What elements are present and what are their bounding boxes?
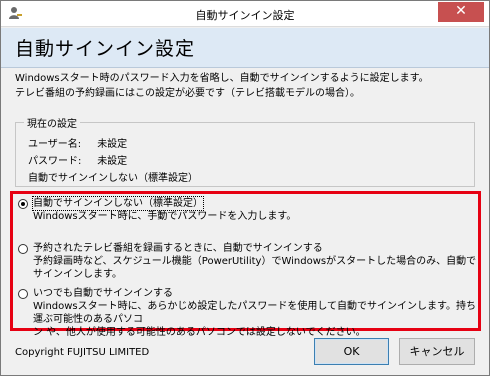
option-description: 予約録画時など、スケジュール機能（PowerUtility）でWindowsがス… [33, 256, 477, 280]
signin-mode: 自動でサインインしない（標準設定） [28, 173, 198, 184]
option-no-auto-signin[interactable]: 自動でサインインしない（標準設定） Windowsスタート時に、手動でパスワード… [18, 196, 297, 223]
page-title: 自動サインイン設定 [15, 38, 196, 60]
password-label: パスワード: [28, 156, 82, 167]
ok-button[interactable]: OK [314, 338, 389, 365]
description-line: Windowsスタート時のパスワード入力を省略し、自動でサインインするように設定… [15, 73, 429, 84]
signin-options-group: 自動でサインインしない（標準設定） Windowsスタート時に、手動でパスワード… [10, 191, 481, 338]
close-button[interactable]: ✕ [438, 2, 484, 22]
username-value: 未設定 [97, 139, 128, 150]
title-bar[interactable]: 自動サインイン設定 ✕ [1, 1, 489, 27]
password-row: パスワード: 未設定 [28, 152, 127, 167]
current-settings-legend: 現在の設定 [24, 115, 80, 130]
cancel-button[interactable]: キャンセル [399, 338, 475, 365]
header-banner: 自動サインイン設定 [1, 28, 489, 68]
username-label: ユーザー名: [28, 139, 82, 150]
window-title: 自動サインイン設定 [195, 9, 295, 22]
description-line: テレビ番組の予約録画にはこの設定が必要です（テレビ搭載モデルの場合）。 [15, 88, 360, 99]
radio-button-checked[interactable] [18, 199, 28, 209]
option-description: Windowsスタート時に、手動でパスワードを入力します。 [33, 211, 297, 222]
option-label[interactable]: 予約されたテレビ番組を録画するときに、自動でサインインする [33, 242, 323, 255]
option-label[interactable]: 自動でサインインしない（標準設定） [32, 196, 204, 211]
close-icon: ✕ [455, 3, 467, 19]
radio-button[interactable] [18, 244, 28, 254]
radio-button[interactable] [18, 289, 28, 299]
copyright-text: Copyright FUJITSU LIMITED [15, 347, 150, 358]
current-settings-group: 現在の設定 ユーザー名: 未設定 パスワード: 未設定 自動でサインインしない（… [15, 115, 475, 187]
password-value: 未設定 [97, 156, 128, 167]
option-auto-signin-recording[interactable]: 予約されたテレビ番組を録画するときに、自動でサインインする 予約録画時など、スケ… [18, 242, 478, 281]
option-description: Windowsスタート時に、あらかじめ設定したパスワードを使用して自動でサインイ… [33, 301, 477, 325]
dialog-window: 自動サインイン設定 ✕ 自動サインイン設定 Windowsスタート時のパスワード… [0, 0, 490, 376]
option-always-auto-signin[interactable]: いつでも自動でサインインする Windowsスタート時に、あらかじめ設定したパス… [18, 287, 478, 339]
username-row: ユーザー名: 未設定 [28, 135, 127, 150]
option-label[interactable]: いつでも自動でサインインする [33, 287, 173, 300]
description: Windowsスタート時のパスワード入力を省略し、自動でサインインするように設定… [15, 71, 429, 101]
